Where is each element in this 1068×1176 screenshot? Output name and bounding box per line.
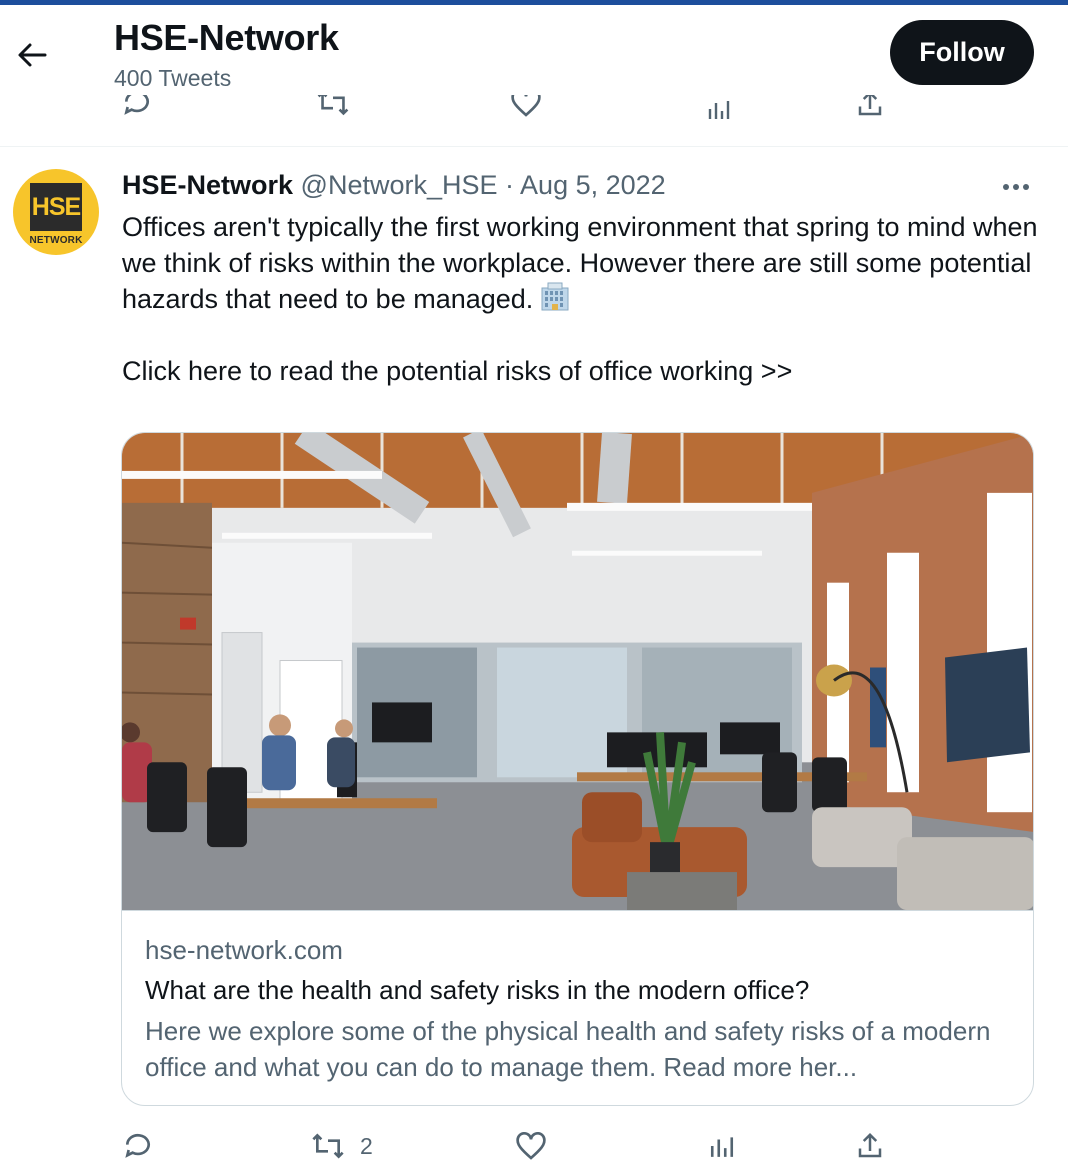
retweet-icon <box>312 1133 344 1159</box>
heart-icon[interactable] <box>510 95 542 119</box>
avatar[interactable]: HSE NETWORK <box>13 169 99 255</box>
retweet-count: 2 <box>360 1132 373 1159</box>
tweet-header: HSE-Network @Network_HSE · Aug 5, 2022 <box>122 170 666 201</box>
views-icon[interactable] <box>705 97 733 121</box>
profile-title: HSE-Network <box>114 17 339 58</box>
logo-subtext: NETWORK <box>29 235 83 246</box>
retweet-icon[interactable] <box>316 95 350 119</box>
tweet-date[interactable]: Aug 5, 2022 <box>520 170 666 200</box>
office-building-emoji <box>539 282 571 321</box>
heart-icon <box>516 1132 546 1160</box>
share-button[interactable] <box>855 1126 885 1166</box>
share-icon[interactable] <box>855 95 885 119</box>
more-horizontal-icon <box>1003 184 1029 190</box>
previous-tweet-actions <box>0 95 1068 127</box>
handle[interactable]: @Network_HSE <box>301 170 498 200</box>
tweet-count: 400 Tweets <box>114 65 232 91</box>
display-name[interactable]: HSE-Network <box>122 170 293 200</box>
separator: · <box>505 170 515 200</box>
hse-logo: HSE <box>30 183 82 231</box>
back-button[interactable] <box>12 35 52 75</box>
card-description: Here we explore some of the physical hea… <box>145 1016 991 1082</box>
office-photo <box>122 433 1033 911</box>
tweet-text: Offices aren't typically the first worki… <box>122 209 1042 321</box>
logo-text: HSE <box>31 192 81 221</box>
tweet-body: Offices aren't typically the first worki… <box>122 212 1038 314</box>
tweet-cta[interactable]: Click here to read the potential risks o… <box>122 353 792 389</box>
profile-header: HSE-Network 400 Tweets Follow <box>0 5 1068 147</box>
share-icon <box>858 1132 882 1158</box>
reply-icon <box>125 1133 150 1158</box>
views-icon <box>710 1137 734 1157</box>
follow-button[interactable]: Follow <box>890 20 1034 85</box>
like-button[interactable] <box>515 1126 561 1166</box>
arrow-left-icon <box>18 43 47 67</box>
tweet-actions: 2 <box>0 1126 1068 1166</box>
card-title: What are the health and safety risks in … <box>145 975 810 1005</box>
link-card[interactable]: hse-network.com What are the health and … <box>121 432 1034 1106</box>
more-button[interactable] <box>996 170 1036 204</box>
reply-button[interactable] <box>122 1126 168 1166</box>
card-domain: hse-network.com <box>145 935 343 965</box>
reply-icon[interactable] <box>121 95 153 119</box>
views-button[interactable] <box>708 1126 750 1166</box>
retweet-button[interactable]: 2 <box>310 1126 373 1166</box>
